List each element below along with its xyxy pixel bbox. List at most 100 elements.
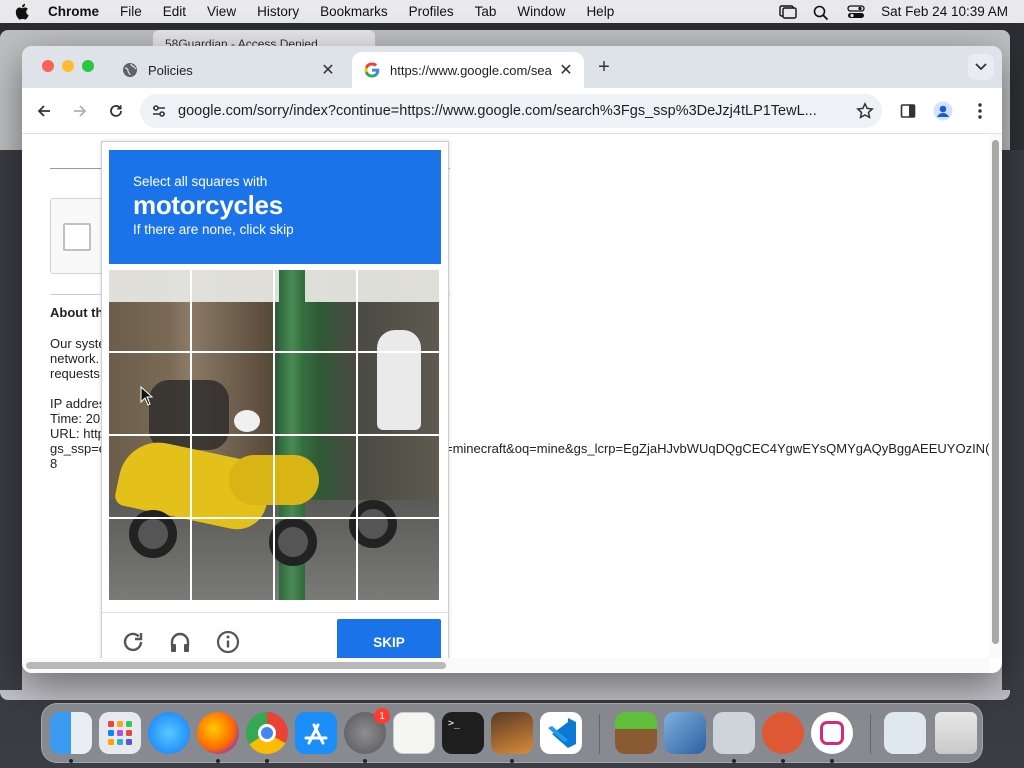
grid-tile-r1-c4[interactable]	[357, 270, 440, 353]
page-text-line: Our syste	[50, 336, 106, 351]
app-store-icon[interactable]	[295, 712, 337, 754]
screen-mirroring-icon[interactable]	[779, 4, 797, 19]
challenge-header: Select all squares with motorcycles If t…	[109, 150, 441, 264]
reload-icon[interactable]	[120, 629, 146, 655]
horizontal-scrollbar[interactable]	[22, 658, 990, 673]
menu-edit[interactable]: Edit	[163, 4, 186, 19]
menu-history[interactable]: History	[257, 4, 299, 19]
tab-google-sorry[interactable]: https://www.google.com/sea ✕	[352, 52, 584, 88]
menu-help[interactable]: Help	[586, 4, 614, 19]
page-text-line: 8	[50, 456, 58, 471]
grid-tile-r4-c2[interactable]	[192, 518, 275, 601]
grid-tile-r1-c1[interactable]	[109, 270, 192, 353]
menu-bookmarks[interactable]: Bookmarks	[320, 4, 388, 19]
tab-strip: Policies ✕ https://www.google.com/sea ✕ …	[22, 46, 1002, 88]
control-center-icon[interactable]	[847, 4, 865, 19]
skip-button[interactable]: SKIP	[337, 619, 441, 658]
page-text-line: Time: 20	[50, 411, 101, 426]
challenge-instruction: Select all squares with	[133, 174, 268, 189]
menu-bar: Chrome File Edit View History Bookmarks …	[0, 0, 1024, 23]
grid-tile-r2-c4[interactable]	[357, 353, 440, 436]
background-edge-right	[1002, 150, 1024, 690]
challenge-footer: SKIP	[102, 612, 450, 658]
address-bar[interactable]: google.com/sorry/index?continue=https://…	[140, 94, 882, 128]
grid-tile-r4-c1[interactable]	[109, 518, 192, 601]
side-panel-icon[interactable]	[898, 101, 918, 121]
virtualbox-icon[interactable]	[664, 712, 706, 754]
textedit-icon[interactable]	[393, 712, 435, 754]
firefox-icon[interactable]	[197, 712, 239, 754]
notification-badge: 1	[374, 708, 390, 724]
menu-profiles[interactable]: Profiles	[409, 4, 454, 19]
menu-app-name[interactable]: Chrome	[48, 4, 99, 19]
challenge-hint: If there are none, click skip	[133, 222, 294, 237]
blocked-url-text: =minecraft&oq=mine&gs_lcrp=EgZjaHJvbWUqD…	[445, 441, 990, 456]
menubar-clock[interactable]: Sat Feb 24 10:39 AM	[881, 4, 1008, 19]
challenge-target: motorcycles	[133, 190, 283, 220]
grid-tile-r3-c1[interactable]	[109, 435, 192, 518]
address-url[interactable]: google.com/sorry/index?continue=https://…	[178, 103, 848, 119]
dock: 1 >_	[41, 703, 983, 763]
grid-tile-r1-c3[interactable]	[274, 270, 357, 353]
more-menu-icon[interactable]	[970, 101, 990, 121]
google-icon	[364, 62, 380, 78]
preview-icon[interactable]	[713, 712, 755, 754]
forward-arrow-icon[interactable]	[70, 101, 90, 121]
zoom-window-button[interactable]	[82, 60, 94, 72]
grid-tile-r3-c4[interactable]	[357, 435, 440, 518]
vertical-scrollbar[interactable]	[990, 134, 1002, 658]
headphones-icon[interactable]	[167, 629, 193, 655]
chrome-icon[interactable]	[246, 712, 288, 754]
garageband-icon[interactable]	[491, 712, 533, 754]
globe-icon	[122, 62, 138, 78]
recaptcha-checkbox[interactable]	[63, 223, 91, 251]
menu-tab[interactable]: Tab	[475, 4, 497, 19]
chrome-window: Policies ✕ https://www.google.com/sea ✕ …	[22, 46, 1002, 673]
new-tab-icon[interactable]: +	[592, 56, 616, 79]
profile-avatar-icon[interactable]	[933, 101, 953, 121]
reload-icon[interactable]	[106, 101, 126, 121]
grid-tile-r2-c2[interactable]	[192, 353, 275, 436]
downloads-folder-icon[interactable]	[884, 712, 926, 754]
system-settings-icon[interactable]: 1	[344, 708, 390, 754]
menu-file[interactable]: File	[120, 4, 142, 19]
minecraft-icon[interactable]	[615, 712, 657, 754]
grid-tile-r3-c2[interactable]	[192, 435, 275, 518]
image-grid	[109, 270, 439, 600]
finder-icon[interactable]	[50, 712, 92, 754]
tab-search-icon[interactable]	[968, 54, 994, 80]
grid-tile-r2-c3[interactable]	[274, 353, 357, 436]
menu-window[interactable]: Window	[517, 4, 565, 19]
vscode-icon[interactable]	[540, 712, 582, 754]
minimize-window-button[interactable]	[62, 60, 74, 72]
back-arrow-icon[interactable]	[34, 101, 54, 121]
terminal-icon[interactable]: >_	[442, 712, 484, 754]
bookmark-star-icon[interactable]	[848, 102, 882, 120]
page-text-line: URL: http	[50, 426, 105, 441]
mouse-cursor-icon	[140, 385, 154, 406]
safari-icon[interactable]	[148, 712, 190, 754]
about-heading: About th	[50, 305, 104, 320]
toolbar: google.com/sorry/index?continue=https://…	[22, 88, 1002, 134]
menu-view[interactable]: View	[207, 4, 236, 19]
grid-tile-r1-c2[interactable]	[192, 270, 275, 353]
tab-policies[interactable]: Policies ✕	[110, 52, 346, 88]
close-tab-icon[interactable]: ✕	[318, 60, 338, 80]
tab-title: https://www.google.com/sea	[390, 62, 552, 78]
apple-icon[interactable]	[14, 3, 30, 20]
duckduckgo-icon[interactable]	[762, 712, 804, 754]
grid-tile-r3-c3[interactable]	[274, 435, 357, 518]
page-content: About th Our syste network. requests IP …	[22, 134, 990, 658]
info-icon[interactable]	[215, 629, 241, 655]
trash-icon[interactable]	[935, 712, 977, 754]
site-settings-icon[interactable]	[140, 104, 178, 118]
grid-tile-r4-c3[interactable]	[274, 518, 357, 601]
tab-title: Policies	[148, 62, 193, 78]
close-tab-icon[interactable]: ✕	[556, 60, 576, 80]
grid-tile-r4-c4[interactable]	[357, 518, 440, 601]
search-icon[interactable]	[813, 5, 831, 20]
close-window-button[interactable]	[42, 60, 54, 72]
page-text-line: network.	[50, 351, 100, 366]
launchpad-icon[interactable]	[99, 712, 141, 754]
instagram-icon[interactable]	[811, 712, 853, 754]
